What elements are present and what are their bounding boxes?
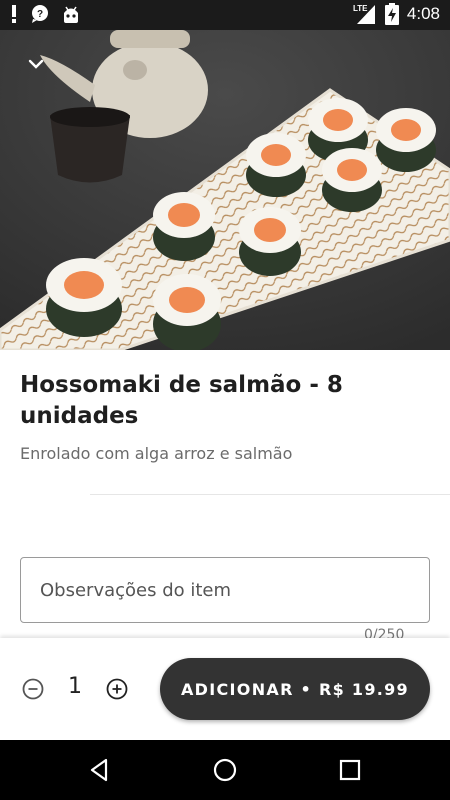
- svg-text:LTE: LTE: [353, 4, 368, 13]
- lte-signal-icon: LTE: [353, 4, 375, 24]
- quantity-value: 1: [68, 674, 82, 699]
- divider: [90, 494, 450, 495]
- chat-icon: ?: [32, 5, 48, 23]
- back-button[interactable]: [86, 756, 114, 784]
- sushi-photo: [0, 30, 450, 350]
- android-icon: [64, 6, 78, 23]
- battery-charging-icon: [384, 3, 399, 25]
- recents-icon: [339, 759, 361, 781]
- system-icons: LTE 4:08: [353, 3, 440, 25]
- status-bar: ? LTE 4:08: [0, 0, 450, 30]
- product-description: Enrolado com alga arroz e salmão: [20, 444, 293, 463]
- collapse-button[interactable]: [22, 52, 50, 76]
- add-to-cart-button[interactable]: ADICIONAR • R$ 19.99: [160, 658, 430, 720]
- clock: 4:08: [406, 4, 440, 23]
- minus-circle-icon: [22, 678, 44, 700]
- recents-button[interactable]: [336, 756, 364, 784]
- notification-icons: ?: [10, 4, 80, 24]
- chevron-down-icon: [28, 59, 44, 69]
- increase-quantity-button[interactable]: [106, 678, 128, 700]
- navigation-bar: [0, 740, 450, 800]
- alert-icon: [12, 5, 16, 23]
- product-image: [0, 30, 450, 350]
- home-icon: [213, 758, 237, 782]
- product-title: Hossomaki de salmão - 8 unidades: [20, 372, 343, 429]
- svg-text:?: ?: [37, 9, 43, 20]
- plus-circle-icon: [106, 678, 128, 700]
- decrease-quantity-button[interactable]: [22, 678, 44, 700]
- back-icon: [90, 758, 108, 782]
- home-button[interactable]: [211, 756, 239, 784]
- item-notes-input[interactable]: [20, 557, 430, 623]
